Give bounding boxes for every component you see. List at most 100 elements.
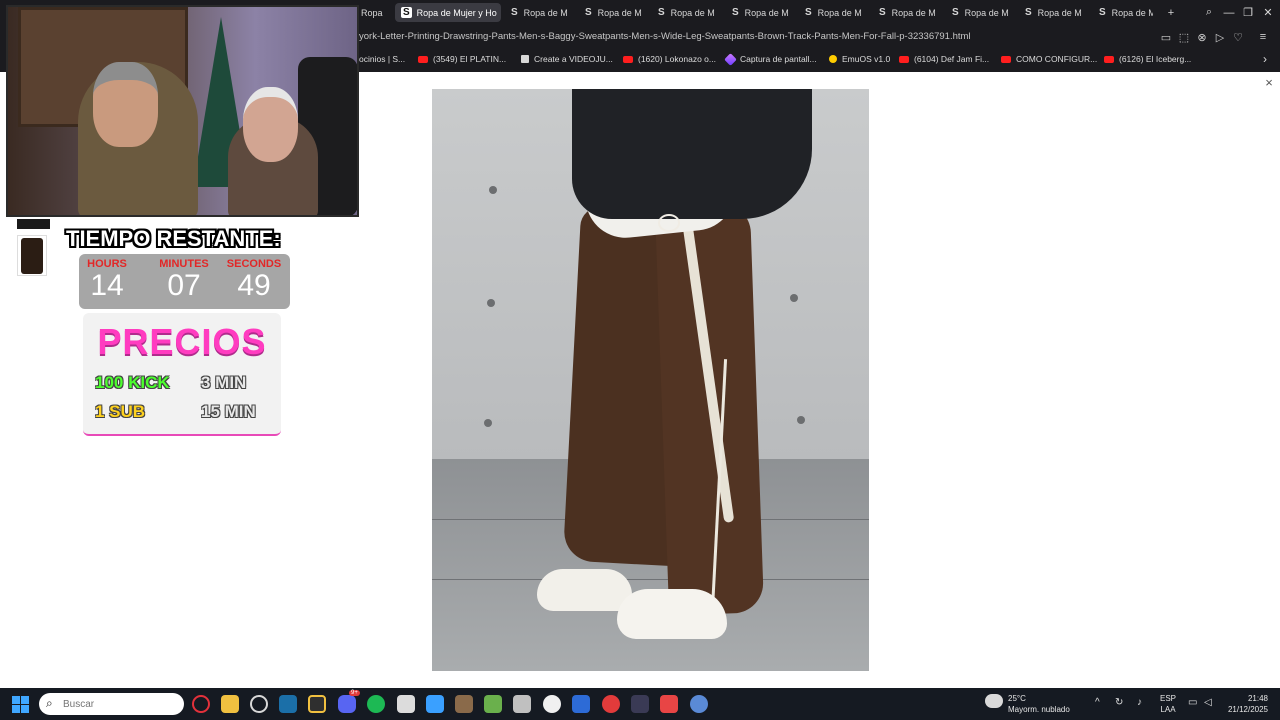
shein-favicon-icon: S: [1099, 7, 1106, 18]
close-viewer-icon[interactable]: ×: [1262, 76, 1276, 90]
tab[interactable]: Ropa de M: [355, 3, 385, 22]
bookmark-item[interactable]: EmuOS v1.0: [829, 54, 890, 64]
youtube-icon: [623, 55, 633, 63]
start-button[interactable]: [12, 696, 29, 713]
floor-line: [432, 579, 869, 580]
youtube-icon: [899, 55, 909, 63]
system-clock[interactable]: 21:48 21/12/2025: [1222, 693, 1268, 715]
tab[interactable]: S Ropa de M: [579, 3, 647, 22]
app-icon[interactable]: [690, 695, 708, 713]
app-icon[interactable]: [660, 695, 678, 713]
tab[interactable]: S Ropa de M: [1019, 3, 1087, 22]
countdown-value: 14: [90, 269, 124, 302]
close-window-button[interactable]: ✕: [1259, 4, 1277, 21]
countdown-seconds: SECONDS 49: [219, 258, 289, 302]
bookmark-label: Create a VIDEOJU...: [534, 54, 613, 64]
file-explorer-icon[interactable]: [221, 695, 239, 713]
chrome-icon[interactable]: [250, 695, 268, 713]
app-icon[interactable]: [397, 695, 415, 713]
bookmark-label: COMO CONFIGUR...: [1016, 54, 1098, 64]
url-text[interactable]: york-Letter-Printing-Drawstring-Pants-Me…: [359, 31, 971, 42]
tab-active[interactable]: S Ropa de Mujer y Ho: [395, 3, 501, 22]
shield-blue-icon[interactable]: [572, 695, 590, 713]
tab[interactable]: S Ropa de M: [505, 3, 573, 22]
windows-logo-icon: [12, 696, 20, 704]
app-icon[interactable]: [631, 695, 649, 713]
prices-panel: PRECIOS 100 KICK 3 MIN 1 SUB 15 MIN: [83, 313, 281, 436]
game-icon[interactable]: [484, 695, 502, 713]
favorite-heart-icon[interactable]: ♡: [1231, 30, 1245, 44]
youtube-icon: [1001, 55, 1011, 63]
opera-gx-icon[interactable]: [192, 695, 210, 713]
product-image[interactable]: [432, 89, 869, 671]
screenshot-icon[interactable]: ⬚: [1177, 30, 1191, 44]
shein-favicon-icon: S: [401, 7, 412, 18]
restore-button[interactable]: ❐: [1239, 4, 1257, 21]
bookmark-item[interactable]: Captura de pantall...: [724, 52, 817, 66]
menu-icon[interactable]: ≡: [1256, 30, 1270, 44]
notepad-icon[interactable]: [426, 695, 444, 713]
left-shoe: [537, 569, 632, 611]
bookmark-item[interactable]: (6126) El Iceberg...: [1104, 54, 1191, 64]
product-thumbnail[interactable]: [17, 219, 50, 229]
webcam-overlay: [6, 5, 359, 217]
bookmarks-more-icon[interactable]: ›: [1263, 52, 1267, 66]
bookmark-item[interactable]: (6104) Def Jam Fi...: [899, 54, 989, 64]
cloud-icon: [985, 694, 1003, 708]
weather-temperature: 25°C: [1008, 694, 1026, 703]
spotify-icon[interactable]: [367, 695, 385, 713]
product-thumbnail[interactable]: [17, 235, 47, 276]
tab-label: Ropa de M: [817, 7, 862, 18]
price-item-time: 15 MIN: [201, 402, 256, 421]
bookmark-item[interactable]: COMO CONFIGUR...: [1001, 54, 1097, 64]
volume-icon[interactable]: ◁: [1204, 697, 1212, 708]
tray-chevron-icon[interactable]: ^: [1095, 697, 1100, 708]
windows-logo-icon: [21, 696, 29, 704]
language-indicator[interactable]: ESP LAA: [1160, 693, 1176, 715]
microphone-icon[interactable]: ♪: [1137, 697, 1142, 708]
app-icon[interactable]: [543, 695, 561, 713]
generic-icon: [521, 55, 529, 63]
shield-app-icon[interactable]: [308, 695, 326, 713]
wall-bolt: [797, 416, 805, 424]
bookmark-page-icon[interactable]: ▭: [1159, 30, 1173, 44]
new-tab-button[interactable]: +: [1162, 4, 1180, 21]
tab[interactable]: S Ropa de M: [799, 3, 867, 22]
bookmark-label: EmuOS v1.0: [842, 54, 891, 64]
bookmark-item[interactable]: (1620) Lokonazo o...: [623, 54, 716, 64]
bookmark-label: ocinios | S...: [359, 54, 406, 64]
youtube-icon: [1104, 55, 1114, 63]
tab[interactable]: S Ropa de M: [946, 3, 1014, 22]
pen-icon: [724, 52, 737, 66]
pants-logo-mark: [658, 214, 680, 232]
tab[interactable]: S Ropa de M: [652, 3, 720, 22]
tab-search-icon[interactable]: ⌕: [1200, 4, 1218, 21]
tab[interactable]: S Ropa de M: [726, 3, 794, 22]
tray-sync-icon[interactable]: ↻: [1115, 697, 1123, 708]
taskbar-search[interactable]: ⌕: [39, 693, 184, 715]
wall-bolt: [487, 299, 495, 307]
tab[interactable]: S Ropa de M: [1093, 3, 1153, 22]
send-icon[interactable]: ▷: [1213, 30, 1227, 44]
webcam-person-right-head: [243, 87, 298, 162]
bookmark-item[interactable]: Create a VIDEOJU...: [521, 54, 613, 64]
tab[interactable]: S Ropa de M: [873, 3, 941, 22]
taskbar-search-input[interactable]: [63, 697, 178, 711]
bookmark-item[interactable]: ocinios | S...: [359, 54, 405, 64]
minimize-button[interactable]: —: [1220, 4, 1238, 21]
shein-favicon-icon: S: [1025, 7, 1032, 18]
recorder-icon[interactable]: [602, 695, 620, 713]
discord-badge: 9+: [349, 690, 360, 696]
steam-icon[interactable]: [279, 695, 297, 713]
display-icon[interactable]: ▭: [1188, 697, 1197, 708]
tab-label: Ropa de M: [1037, 7, 1082, 18]
bookmark-label: (6126) El Iceberg...: [1119, 54, 1192, 64]
game-icon[interactable]: [455, 695, 473, 713]
discord-icon[interactable]: 9+: [338, 690, 360, 713]
tab-label: Ropa de Mujer y Ho: [416, 7, 497, 18]
countdown-value: 07: [167, 269, 201, 302]
extension-icon[interactable]: ⊗: [1195, 30, 1209, 44]
car-app-icon[interactable]: [513, 695, 531, 713]
bookmark-item[interactable]: (3549) El PLATIN...: [418, 54, 506, 64]
windows-logo-icon: [21, 705, 29, 713]
